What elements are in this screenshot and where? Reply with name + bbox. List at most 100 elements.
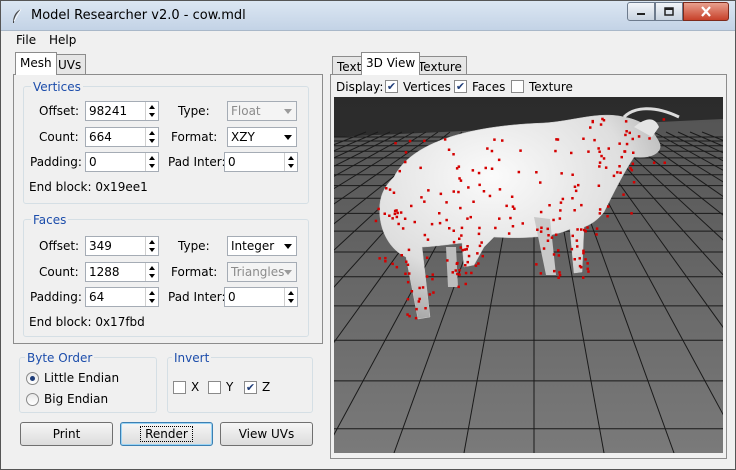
chevron-down-icon <box>284 135 292 140</box>
vertices-format-label: Format: <box>171 130 218 144</box>
vertex-marker <box>574 189 578 193</box>
vertex-marker <box>535 171 538 174</box>
vertex-marker <box>624 133 627 137</box>
vertex-marker <box>400 254 403 257</box>
spin-arrows-icon[interactable] <box>284 153 297 171</box>
display-faces-checkbox[interactable]: ✔ <box>454 80 467 93</box>
vertices-format-select[interactable]: XZY <box>227 127 297 147</box>
vertex-marker <box>420 196 423 199</box>
vertices-type-label: Type: <box>178 104 210 118</box>
faces-type-value: Integer <box>231 239 275 253</box>
faces-count-value: 1288 <box>89 265 120 279</box>
faces-count-spinbox[interactable]: 1288 <box>85 262 159 282</box>
display-label: Display: <box>336 80 384 94</box>
vertex-marker <box>607 205 610 208</box>
invert-z-label[interactable]: Z <box>262 380 270 394</box>
vertex-marker <box>377 207 380 211</box>
big-endian-radio[interactable] <box>26 393 39 406</box>
close-button[interactable] <box>683 2 729 21</box>
display-texture-checkbox[interactable] <box>511 80 524 93</box>
maximize-button[interactable] <box>655 2 683 21</box>
vertex-marker <box>464 264 467 267</box>
vertex-marker <box>507 232 511 235</box>
vertices-padding-spinbox[interactable]: 0 <box>85 152 159 172</box>
3d-viewport[interactable] <box>334 97 723 453</box>
vertex-marker <box>586 226 589 229</box>
vertex-marker <box>415 307 418 311</box>
vertex-marker <box>425 256 429 259</box>
faces-offset-spinbox[interactable]: 349 <box>85 236 159 256</box>
big-endian-label[interactable]: Big Endian <box>44 392 108 406</box>
vertices-padding-label: Padding: <box>30 155 82 169</box>
vertices-offset-spinbox[interactable]: 98241 <box>85 101 159 121</box>
vertex-marker <box>454 269 457 272</box>
vertex-marker <box>616 171 619 174</box>
spin-arrows-icon[interactable] <box>145 288 158 306</box>
vertex-marker <box>478 244 482 248</box>
vertex-marker <box>452 240 456 244</box>
spin-arrows-icon[interactable] <box>145 153 158 171</box>
faces-padding-spinbox[interactable]: 64 <box>85 287 159 307</box>
vertex-marker <box>406 313 409 316</box>
vertex-marker <box>595 233 598 236</box>
vertex-marker <box>619 171 622 174</box>
menu-file[interactable]: File <box>14 33 38 47</box>
little-endian-label[interactable]: Little Endian <box>44 371 119 385</box>
vertex-marker <box>413 220 416 224</box>
invert-x-checkbox[interactable] <box>173 381 186 394</box>
display-texture-label[interactable]: Texture <box>529 80 573 94</box>
vertex-marker <box>552 218 555 222</box>
menu-help[interactable]: Help <box>47 33 78 47</box>
title-bar[interactable]: Model Researcher v2.0 - cow.mdl <box>1 1 735 31</box>
vertex-marker <box>417 300 421 303</box>
faces-offset-label: Offset: <box>39 239 80 253</box>
faces-format-select: Triangles <box>227 262 297 282</box>
spin-arrows-icon[interactable] <box>284 288 297 306</box>
print-button[interactable]: Print <box>20 422 113 446</box>
vertex-marker <box>395 265 399 269</box>
vertex-marker <box>477 171 481 175</box>
vertex-marker <box>536 228 539 231</box>
vertices-pad-inter-spinbox[interactable]: 0 <box>224 152 298 172</box>
vertex-marker <box>391 262 394 266</box>
invert-y-label[interactable]: Y <box>226 380 233 394</box>
tab-3d-view[interactable]: 3D View <box>361 52 421 75</box>
faces-pad-inter-spinbox[interactable]: 0 <box>224 287 298 307</box>
vertex-marker <box>396 211 399 215</box>
display-vertices-checkbox[interactable]: ✔ <box>385 80 398 93</box>
tab-uvs[interactable]: UVs <box>53 54 87 75</box>
spin-arrows-icon[interactable] <box>145 102 158 120</box>
vertex-marker <box>406 263 410 266</box>
vertices-padding-value: 0 <box>89 155 97 169</box>
display-vertices-label[interactable]: Vertices <box>403 80 451 94</box>
vertices-group-title: Vertices <box>31 80 83 94</box>
faces-type-select[interactable]: Integer <box>227 236 297 256</box>
spin-arrows-icon[interactable] <box>145 237 158 255</box>
invert-title: Invert <box>172 351 212 365</box>
invert-y-checkbox[interactable] <box>208 381 221 394</box>
invert-x-label[interactable]: X <box>191 380 199 394</box>
render-button[interactable]: Render <box>120 422 213 446</box>
vertex-marker <box>460 234 463 237</box>
little-endian-radio[interactable] <box>26 372 39 385</box>
vertices-count-spinbox[interactable]: 664 <box>85 127 159 147</box>
vertex-marker <box>539 210 543 214</box>
vertex-marker <box>427 189 430 192</box>
vertex-marker <box>464 282 467 286</box>
vertex-marker <box>554 149 557 153</box>
vertex-marker <box>478 183 481 187</box>
vertex-marker <box>578 264 582 268</box>
vertex-marker <box>490 167 494 170</box>
viewport-canvas <box>334 97 723 453</box>
minimize-button[interactable] <box>627 2 655 21</box>
vertex-marker <box>482 190 486 193</box>
invert-z-checkbox[interactable]: ✔ <box>244 381 257 394</box>
vertex-marker <box>472 200 475 203</box>
vertex-marker <box>424 307 427 310</box>
spin-arrows-icon[interactable] <box>145 263 158 281</box>
spin-arrows-icon[interactable] <box>145 128 158 146</box>
tab-mesh[interactable]: Mesh <box>15 52 57 75</box>
view-uvs-button[interactable]: View UVs <box>220 422 313 446</box>
vertex-marker <box>631 162 635 165</box>
display-faces-label[interactable]: Faces <box>472 80 505 94</box>
